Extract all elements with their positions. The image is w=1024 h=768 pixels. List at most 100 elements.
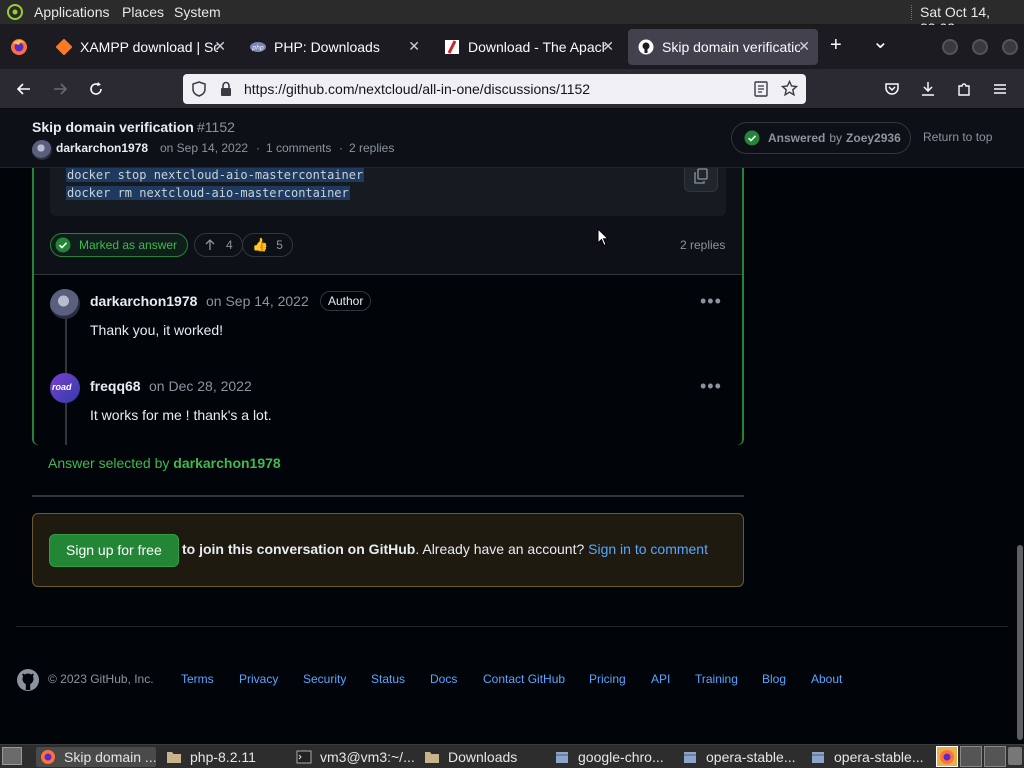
footer-link-terms[interactable]: Terms (181, 672, 214, 686)
footer-link-contact[interactable]: Contact GitHub (483, 672, 565, 686)
lock-icon[interactable] (219, 81, 233, 102)
package-icon (812, 752, 824, 763)
navigation-toolbar: https://github.com/nextcloud/all-in-one/… (0, 69, 1024, 109)
marked-as-answer-label: Marked as answer (79, 238, 178, 252)
reply-text: It works for me ! thank's a lot. (90, 407, 272, 423)
close-icon[interactable]: ✕ (798, 38, 810, 55)
list-all-tabs-button[interactable]: ⌄ (872, 29, 889, 54)
taskbar-task-opera-1[interactable]: opera-stable... (682, 747, 804, 767)
answer-selected-note: Answer selected by darkarchon1978 (48, 455, 281, 471)
back-icon[interactable] (12, 77, 36, 101)
footer-link-about[interactable]: About (811, 672, 842, 686)
footer-link-status[interactable]: Status (371, 672, 405, 686)
terminal-icon (296, 750, 312, 764)
workspace-switcher[interactable] (936, 746, 958, 767)
taskbar-task-firefox[interactable]: Skip domain ... (36, 747, 157, 767)
window-minimize-button[interactable] (942, 39, 958, 55)
sign-in-link[interactable]: Sign in to comment (588, 541, 708, 557)
new-tab-button[interactable]: + (830, 34, 842, 57)
svg-text:php: php (251, 45, 264, 52)
taskbar-task-terminal[interactable]: vm3@vm3:~/... (296, 747, 418, 767)
answer-selected-user[interactable]: darkarchon1978 (173, 455, 280, 471)
avatar[interactable] (32, 140, 52, 160)
tab-strip: XAMPP download | Sou ✕ php PHP: Download… (0, 25, 1024, 69)
mouse-cursor-icon (597, 227, 610, 252)
code-line: docker stop nextcloud-aio-mastercontaine… (66, 168, 365, 182)
address-bar[interactable]: https://github.com/nextcloud/all-in-one/… (183, 74, 806, 104)
close-icon[interactable]: ✕ (602, 38, 614, 55)
window-maximize-button[interactable] (972, 39, 988, 55)
footer-link-blog[interactable]: Blog (762, 672, 786, 686)
footer-link-security[interactable]: Security (303, 672, 346, 686)
trash-icon[interactable] (1008, 747, 1022, 765)
sign-up-button[interactable]: Sign up for free (49, 534, 179, 567)
taskbar-task-google-chrome[interactable]: google-chro... (554, 747, 676, 767)
answered-by-user[interactable]: Zoey2936 (846, 131, 901, 145)
page-scrollbar[interactable] (1017, 545, 1023, 740)
return-to-top-link[interactable]: Return to top (923, 130, 992, 144)
github-logo-icon[interactable] (16, 668, 40, 697)
reply-count: 2 replies (349, 141, 395, 155)
menu-places[interactable]: Places (122, 4, 164, 20)
signup-message: to join this conversation on GitHub. Alr… (182, 541, 708, 557)
workspace-switcher[interactable] (984, 746, 1006, 767)
hamburger-menu-icon[interactable] (988, 77, 1012, 101)
reply-author[interactable]: darkarchon1978 (90, 293, 197, 309)
workspace-switcher[interactable] (960, 746, 982, 767)
tab-php[interactable]: php PHP: Downloads ✕ (240, 29, 428, 65)
downloads-icon[interactable] (916, 77, 940, 101)
taskbar-task-php-folder[interactable]: php-8.2.11 (166, 747, 286, 767)
tracking-protection-shield-icon[interactable] (191, 81, 207, 102)
close-icon[interactable]: ✕ (214, 38, 226, 55)
menu-system[interactable]: System (174, 4, 221, 20)
tab-github-active[interactable]: Skip domain verificatio ✕ (628, 29, 818, 65)
replies-count[interactable]: 2 replies (680, 238, 725, 252)
window-close-button[interactable] (1002, 39, 1018, 55)
tab-xampp[interactable]: XAMPP download | Sou ✕ (46, 29, 234, 65)
firefox-icon (41, 750, 55, 764)
forward-icon[interactable] (48, 77, 72, 101)
footer-link-api[interactable]: API (651, 672, 670, 686)
distro-logo-icon[interactable] (6, 4, 24, 20)
bookmark-star-icon[interactable] (780, 79, 799, 102)
taskbar-task-opera-2[interactable]: opera-stable... (810, 747, 932, 767)
footer-link-privacy[interactable]: Privacy (239, 672, 278, 686)
tab-apache[interactable]: Download - The Apach ✕ (434, 29, 622, 65)
os-top-panel: Applications Places System Sat Oct 14, 2… (0, 0, 1024, 36)
account-text: . Already have an account? (415, 541, 585, 557)
show-desktop-icon[interactable] (2, 747, 22, 765)
code-line: docker rm nextcloud-aio-mastercontainer (66, 186, 350, 200)
panel-separator (911, 5, 913, 20)
check-circle-icon (744, 130, 760, 146)
extensions-icon[interactable] (952, 77, 976, 101)
pocket-icon[interactable] (880, 77, 904, 101)
task-label: opera-stable... (706, 749, 796, 765)
discussion-author[interactable]: darkarchon1978 (56, 141, 148, 155)
url-text[interactable]: https://github.com/nextcloud/all-in-one/… (244, 81, 590, 97)
divider (32, 495, 744, 497)
answered-badge[interactable]: Answered by Zoey2936 (731, 122, 911, 154)
more-options-icon[interactable]: ••• (700, 291, 722, 312)
reload-icon[interactable] (84, 77, 108, 101)
reply-date[interactable]: on Sep 14, 2022 (206, 293, 309, 309)
upvote-count: 4 (226, 238, 233, 252)
reply-author[interactable]: freqq68 (90, 378, 141, 394)
avatar[interactable]: road (50, 373, 80, 403)
footer-link-docs[interactable]: Docs (430, 672, 457, 686)
reply-date[interactable]: on Dec 28, 2022 (149, 378, 252, 394)
footer-link-pricing[interactable]: Pricing (589, 672, 626, 686)
separator-dot: · (339, 141, 343, 155)
upvote-button[interactable]: 4 (194, 233, 243, 257)
footer-link-training[interactable]: Training (695, 672, 738, 686)
close-icon[interactable]: ✕ (408, 38, 420, 55)
more-options-icon[interactable]: ••• (700, 376, 722, 397)
firefox-menu-icon[interactable] (10, 38, 28, 56)
menu-applications[interactable]: Applications (34, 4, 110, 20)
xampp-favicon-icon (56, 39, 72, 55)
reaction-thumbs-up-button[interactable]: 👍 5 (242, 233, 293, 257)
avatar[interactable] (50, 289, 80, 319)
check-circle-icon (55, 237, 71, 253)
reader-view-icon[interactable] (753, 81, 769, 102)
taskbar-task-downloads[interactable]: Downloads (424, 747, 548, 767)
comment-count: 1 comments (266, 141, 332, 155)
